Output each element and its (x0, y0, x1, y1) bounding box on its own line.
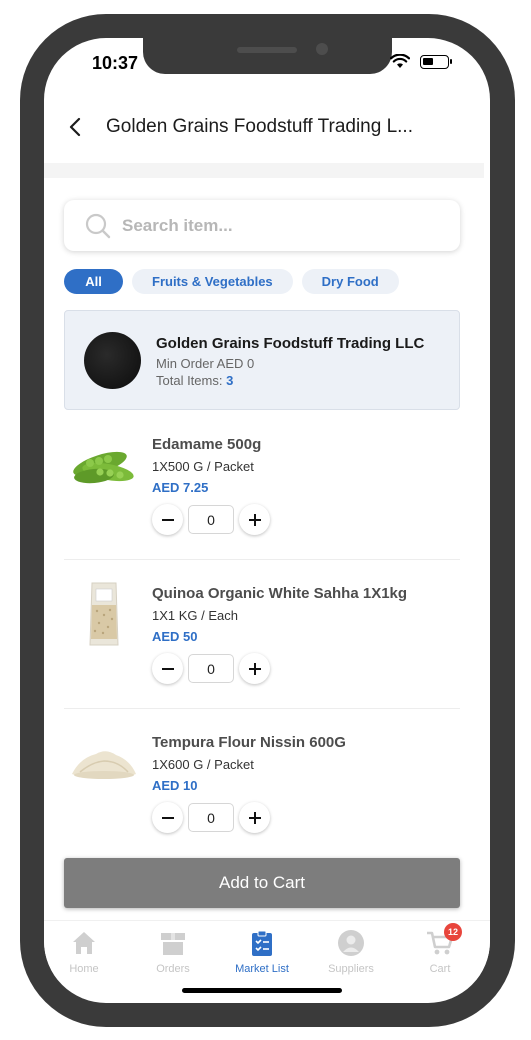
cart-count-badge: 12 (444, 923, 462, 941)
plus-icon (248, 662, 261, 675)
product-unit: 1X600 G / Packet (152, 757, 254, 772)
supplier-min-order: Min Order AED 0 (156, 356, 255, 371)
flour-pile-image (72, 751, 136, 779)
product-item: Edamame 500g 1X500 G / Packet AED 7.25 (64, 410, 460, 560)
product-name: Tempura Flour Nissin 600G (152, 734, 346, 751)
product-name: Edamame 500g (152, 436, 262, 453)
box-icon (161, 933, 185, 955)
tab-cart-label: Cart (429, 963, 451, 975)
add-to-cart-button[interactable]: Add to Cart (64, 858, 460, 908)
tab-cart[interactable]: 12 Cart (400, 923, 480, 975)
supplier-name: Golden Grains Foodstuff Trading LLC (156, 335, 425, 352)
tab-home-label: Home (69, 963, 99, 975)
tab-suppliers-label: Suppliers (328, 963, 374, 975)
home-icon (73, 932, 95, 954)
product-price: AED 50 (152, 629, 198, 644)
camera (316, 43, 328, 55)
chevron-left-icon (69, 117, 81, 137)
product-price: AED 10 (152, 778, 198, 793)
battery-icon (420, 54, 452, 69)
increase-button[interactable] (239, 653, 270, 684)
tab-suppliers[interactable]: Suppliers (311, 929, 391, 975)
total-items-label: Total Items: (156, 373, 223, 388)
minus-icon (161, 667, 174, 670)
supplier-total-items: Total Items: 3 (156, 373, 233, 388)
decrease-button[interactable] (152, 653, 183, 684)
quantity-stepper (152, 504, 270, 535)
tab-orders-label: Orders (156, 963, 190, 975)
app-screen: 10:37 Golden Grains Foodstuff Trading L.… (44, 38, 490, 1003)
wifi-icon (390, 54, 410, 68)
decrease-button[interactable] (152, 504, 183, 535)
filter-chip-dry-food[interactable]: Dry Food (301, 269, 399, 294)
category-filters: All Fruits & Vegetables Dry Food (64, 269, 399, 294)
header: Golden Grains Foodstuff Trading L... (44, 104, 490, 150)
increase-button[interactable] (239, 504, 270, 535)
product-name: Quinoa Organic White Sahha 1X1kg (152, 585, 408, 602)
quantity-input[interactable] (188, 803, 234, 832)
tab-market-list-label: Market List (235, 963, 289, 975)
supplier-logo (84, 332, 141, 389)
status-time: 10:37 (92, 53, 139, 73)
edamame-image (73, 451, 134, 484)
cart-icon-wrap: 12 (426, 923, 462, 957)
search-bar[interactable] (64, 200, 460, 251)
decrease-button[interactable] (152, 802, 183, 833)
plus-icon (248, 811, 261, 824)
filter-chip-all[interactable]: All (64, 269, 123, 294)
speaker (237, 47, 297, 53)
page-title: Golden Grains Foodstuff Trading L... (106, 116, 413, 137)
quantity-stepper (152, 802, 270, 833)
status-icons (390, 54, 452, 69)
back-button[interactable] (62, 114, 88, 140)
supplier-card: Golden Grains Foodstuff Trading LLC Min … (64, 310, 460, 410)
notch (143, 38, 392, 74)
search-icon (85, 213, 111, 238)
clipboard-list-icon (252, 930, 272, 956)
quantity-input[interactable] (188, 505, 234, 534)
product-item: Tempura Flour Nissin 600G 1X600 G / Pack… (64, 708, 460, 858)
search-input[interactable] (122, 215, 422, 236)
total-items-count: 3 (226, 373, 234, 388)
user-icon (338, 930, 364, 956)
increase-button[interactable] (239, 802, 270, 833)
minus-icon (161, 816, 174, 819)
quinoa-bag-image (89, 582, 119, 646)
home-indicator (182, 988, 342, 993)
tab-orders[interactable]: Orders (133, 929, 213, 975)
quantity-stepper (152, 653, 270, 684)
minus-icon (161, 518, 174, 521)
product-item: Quinoa Organic White Sahha 1X1kg 1X1 KG … (64, 559, 460, 709)
tab-market-list[interactable]: Market List (222, 929, 302, 975)
quantity-input[interactable] (188, 654, 234, 683)
product-price: AED 7.25 (152, 480, 209, 495)
plus-icon (248, 513, 261, 526)
tab-home[interactable]: Home (44, 929, 124, 975)
product-unit: 1X500 G / Packet (152, 459, 254, 474)
filter-chip-fruits-vegetables[interactable]: Fruits & Vegetables (132, 269, 293, 294)
header-divider (44, 163, 484, 178)
product-unit: 1X1 KG / Each (152, 608, 238, 623)
bottom-tab-bar: Home Orders Market List Suppliers 12 Car… (44, 920, 490, 980)
